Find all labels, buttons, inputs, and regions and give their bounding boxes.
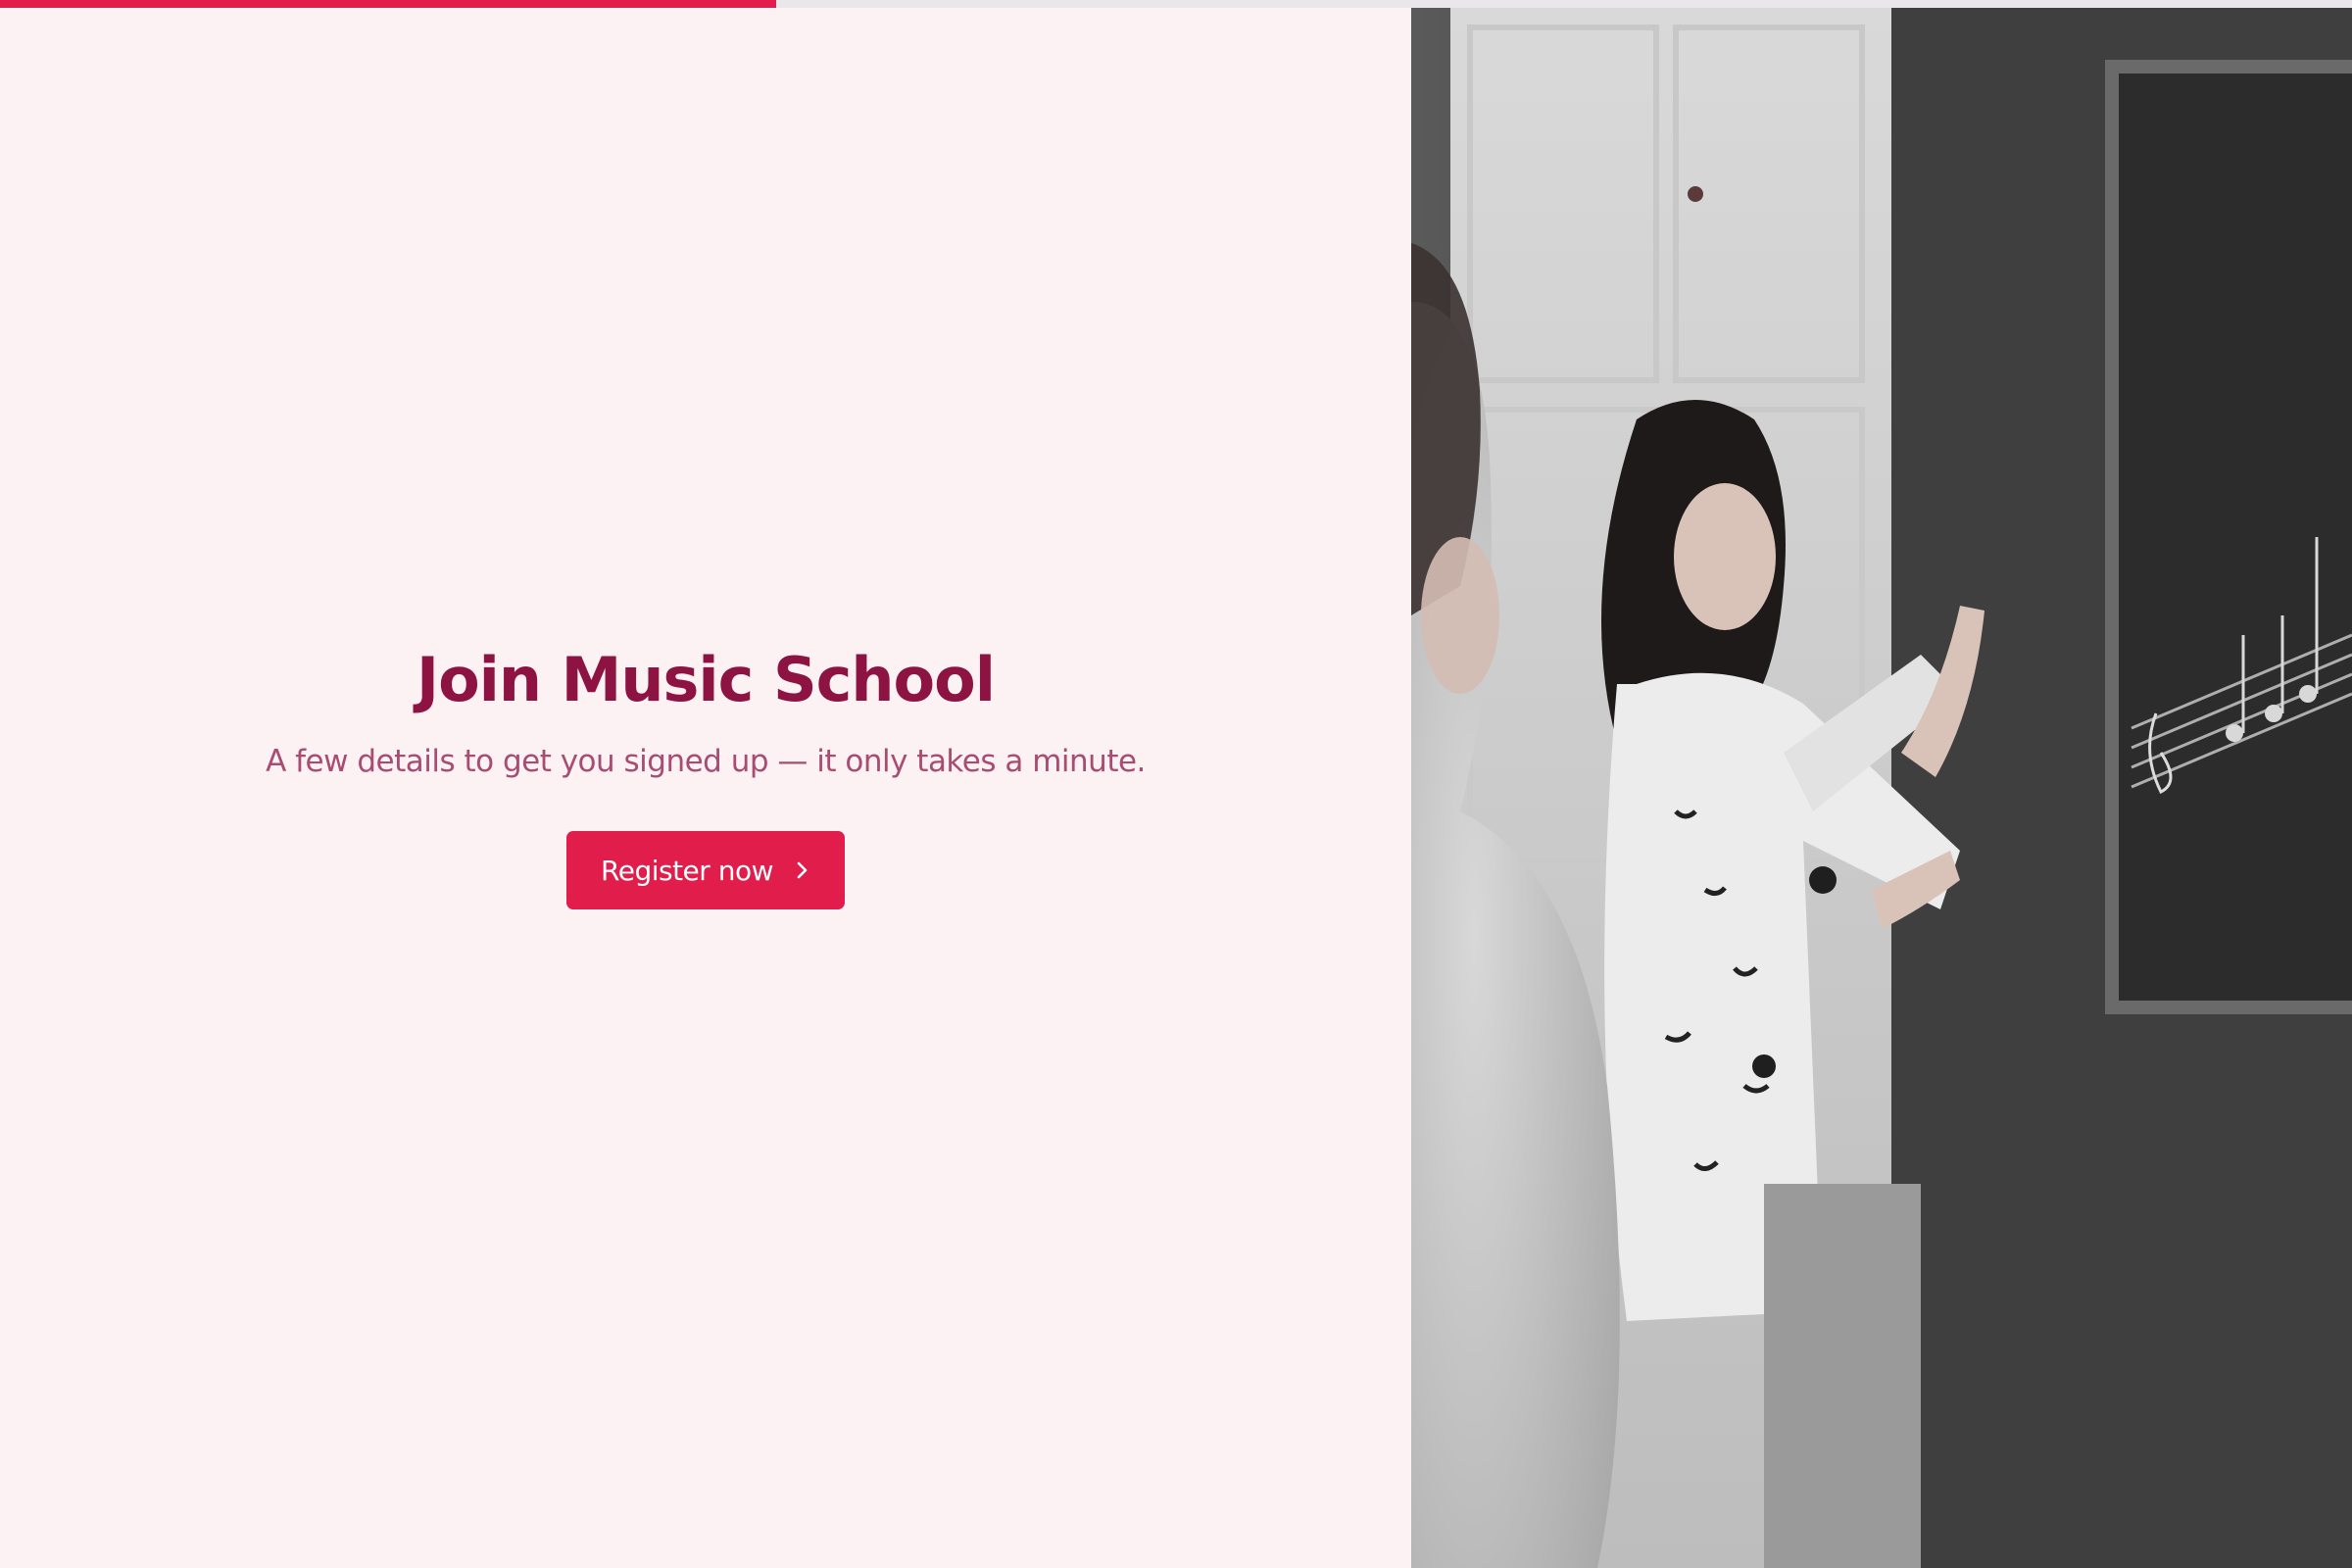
progress-bar [0, 0, 2352, 8]
page-subtitle: A few details to get you signed up — it … [266, 744, 1146, 779]
registration-intro-panel: Join Music School A few details to get y… [0, 8, 1411, 1568]
register-now-button[interactable]: Register now [566, 831, 845, 910]
register-now-label: Register now [601, 854, 773, 887]
page-title: Join Music School [416, 644, 996, 715]
intro-content: Join Music School A few details to get y… [0, 644, 1411, 910]
hero-photo [1411, 8, 2352, 1568]
chevron-right-icon [797, 861, 808, 879]
progress-bar-fill [0, 0, 776, 8]
